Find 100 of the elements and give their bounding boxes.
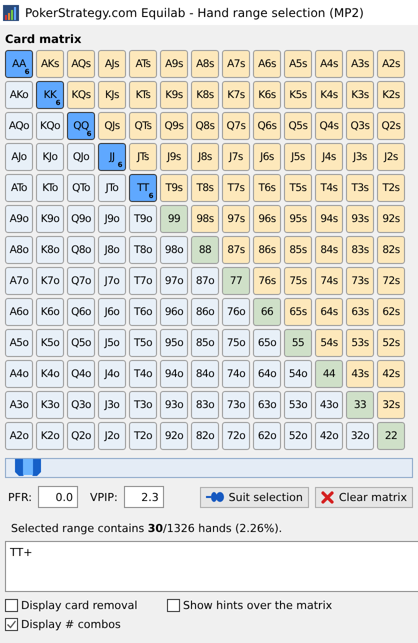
hand-cell[interactable]: T8o xyxy=(129,236,157,264)
hand-cell[interactable]: QTo xyxy=(67,174,95,202)
hand-cell[interactable]: Q5s xyxy=(284,112,312,140)
hand-cell[interactable]: 93s xyxy=(346,205,374,233)
hand-cell[interactable]: J9o xyxy=(98,205,126,233)
hand-cell[interactable]: 42o xyxy=(315,422,343,450)
hand-cell[interactable]: J8o xyxy=(98,236,126,264)
hand-cell[interactable]: A2o xyxy=(5,422,33,450)
hand-cell[interactable]: A8o xyxy=(5,236,33,264)
hand-cell[interactable]: 65o xyxy=(253,329,281,357)
hand-cell[interactable]: A9o xyxy=(5,205,33,233)
hand-cell[interactable]: 65s xyxy=(284,298,312,326)
hand-cell[interactable]: JTo xyxy=(98,174,126,202)
hand-cell[interactable]: T7s xyxy=(222,174,250,202)
hand-cell[interactable]: K6o xyxy=(36,298,64,326)
hand-cell[interactable]: 72o xyxy=(222,422,250,450)
hand-cell[interactable]: K6s xyxy=(253,81,281,109)
hand-cell[interactable]: 87o xyxy=(191,267,219,295)
hand-cell[interactable]: 95o xyxy=(160,329,188,357)
hand-cell[interactable]: AKs xyxy=(36,50,64,78)
checkbox[interactable] xyxy=(5,599,18,612)
suit-selection-button[interactable]: Suit selection xyxy=(200,486,309,508)
hand-cell[interactable]: KTo xyxy=(36,174,64,202)
hand-cell[interactable]: 63s xyxy=(346,298,374,326)
hand-cell[interactable]: A3o xyxy=(5,391,33,419)
range-slider[interactable] xyxy=(5,458,413,478)
hand-cell[interactable]: 64o xyxy=(253,360,281,388)
hand-cell[interactable]: A5o xyxy=(5,329,33,357)
checkbox[interactable] xyxy=(5,618,18,631)
hand-cell[interactable]: 86s xyxy=(253,236,281,264)
hand-cell[interactable]: 73o xyxy=(222,391,250,419)
hand-cell[interactable]: AKo xyxy=(5,81,33,109)
hand-cell[interactable]: QJo xyxy=(67,143,95,171)
hand-cell[interactable]: Q2o xyxy=(67,422,95,450)
hand-cell[interactable]: A8s xyxy=(191,50,219,78)
hand-cell[interactable]: 42s xyxy=(377,360,405,388)
hand-cell[interactable]: 53o xyxy=(284,391,312,419)
hand-cell[interactable]: T4o xyxy=(129,360,157,388)
hand-cell[interactable]: 32s xyxy=(377,391,405,419)
hand-cell[interactable]: J4o xyxy=(98,360,126,388)
hand-cell[interactable]: 43o xyxy=(315,391,343,419)
hand-cell[interactable]: ATs xyxy=(129,50,157,78)
range-text-field[interactable]: TT+ xyxy=(5,541,418,592)
clear-matrix-button[interactable]: Clear matrix xyxy=(314,486,413,508)
hand-cell[interactable]: 97o xyxy=(160,267,188,295)
hand-cell[interactable]: 96s xyxy=(253,205,281,233)
hand-cell[interactable]: 84o xyxy=(191,360,219,388)
hand-cell[interactable]: JTs xyxy=(129,143,157,171)
hand-cell[interactable]: K4o xyxy=(36,360,64,388)
hand-cell[interactable]: J6o xyxy=(98,298,126,326)
hand-cell[interactable]: QTs xyxy=(129,112,157,140)
hand-cell[interactable]: 86o xyxy=(191,298,219,326)
hand-cell[interactable]: Q9s xyxy=(160,112,188,140)
hand-cell[interactable]: Q6o xyxy=(67,298,95,326)
hand-cell[interactable]: 74o xyxy=(222,360,250,388)
hand-cell[interactable]: 94s xyxy=(315,205,343,233)
hand-cell[interactable]: 73s xyxy=(346,267,374,295)
hand-cell[interactable]: A7s xyxy=(222,50,250,78)
hand-cell[interactable]: 94o xyxy=(160,360,188,388)
hand-cell[interactable]: T9o xyxy=(129,205,157,233)
hand-cell[interactable]: K2o xyxy=(36,422,64,450)
hand-cell[interactable]: J4s xyxy=(315,143,343,171)
hand-cell[interactable]: K7s xyxy=(222,81,250,109)
hand-cell[interactable]: AQs xyxy=(67,50,95,78)
hand-cell[interactable]: Q4s xyxy=(315,112,343,140)
hand-cell[interactable]: 98o xyxy=(160,236,188,264)
hand-cell[interactable]: AJs xyxy=(98,50,126,78)
hand-cell[interactable]: 97s xyxy=(222,205,250,233)
hand-cell[interactable]: Q8s xyxy=(191,112,219,140)
hand-cell[interactable]: 95s xyxy=(284,205,312,233)
hand-cell[interactable]: T3o xyxy=(129,391,157,419)
hand-cell[interactable]: K7o xyxy=(36,267,64,295)
hand-cell[interactable]: Q7s xyxy=(222,112,250,140)
hand-cell[interactable]: AQo xyxy=(5,112,33,140)
hand-cell[interactable]: 55 xyxy=(284,329,312,357)
hand-cell[interactable]: 88 xyxy=(191,236,219,264)
hand-cell[interactable]: T5o xyxy=(129,329,157,357)
hand-cell[interactable]: 66 xyxy=(253,298,281,326)
hand-cell[interactable]: T7o xyxy=(129,267,157,295)
hand-cell[interactable]: A4s xyxy=(315,50,343,78)
hand-cell[interactable]: K9o xyxy=(36,205,64,233)
hand-cell[interactable]: 72s xyxy=(377,267,405,295)
hand-cell[interactable]: J2s xyxy=(377,143,405,171)
hand-cell[interactable]: T6s xyxy=(253,174,281,202)
hand-cell[interactable]: Q3s xyxy=(346,112,374,140)
hand-cell[interactable]: 74s xyxy=(315,267,343,295)
hand-cell[interactable]: K5o xyxy=(36,329,64,357)
pfr-field[interactable]: 0.0 xyxy=(38,486,78,508)
hand-cell[interactable]: 62o xyxy=(253,422,281,450)
slider-thumb[interactable] xyxy=(14,459,42,477)
hand-cell[interactable]: 93o xyxy=(160,391,188,419)
hand-cell[interactable]: 96o xyxy=(160,298,188,326)
hand-cell[interactable]: J8s xyxy=(191,143,219,171)
hand-cell[interactable]: 76o xyxy=(222,298,250,326)
hand-cell[interactable]: AJo xyxy=(5,143,33,171)
hand-cell[interactable]: 82s xyxy=(377,236,405,264)
hand-cell[interactable]: 98s xyxy=(191,205,219,233)
hand-cell[interactable]: Q8o xyxy=(67,236,95,264)
hand-cell[interactable]: K5s xyxy=(284,81,312,109)
hand-cell[interactable]: 83o xyxy=(191,391,219,419)
